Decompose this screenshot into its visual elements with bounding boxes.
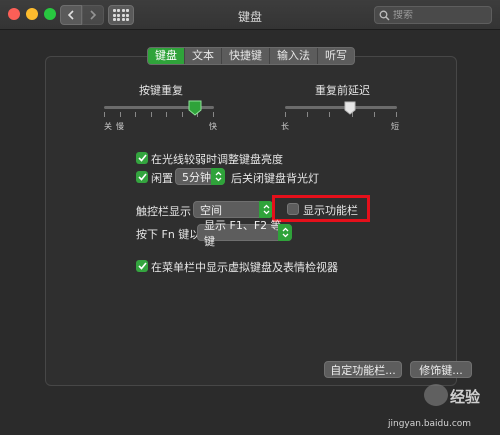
watermark-url: jingyan.baidu.com <box>388 419 472 429</box>
key-repeat-fast-label: 快 <box>209 122 217 131</box>
delay-repeat-track[interactable] <box>285 106 397 109</box>
popup-arrows-icon <box>259 201 273 218</box>
touchbar-shows-label: 触控栏显示 <box>136 205 191 218</box>
key-repeat-knob[interactable] <box>188 100 202 116</box>
tab-input-sources[interactable]: 输入法 <box>270 48 318 64</box>
show-viewers-label: 在菜单栏中显示虚拟键盘及表情检视器 <box>151 261 338 274</box>
title-bar: 键盘 <box>0 0 500 30</box>
delay-repeat-long-label: 长 <box>281 122 289 131</box>
delay-repeat-knob[interactable] <box>344 101 356 115</box>
search-input[interactable] <box>393 9 488 21</box>
tab-text[interactable]: 文本 <box>185 48 222 64</box>
touchbar-shows-popup[interactable]: 空间 <box>193 201 273 218</box>
tab-bar: 键盘 文本 快捷键 输入法 听写 <box>147 47 355 65</box>
modifier-keys-button[interactable]: 修饰键... <box>410 361 472 378</box>
search-icon <box>379 10 390 20</box>
delay-repeat-label: 重复前延迟 <box>315 84 370 97</box>
key-repeat-label: 按键重复 <box>139 84 183 97</box>
backlight-off-checkbox[interactable] <box>136 171 148 183</box>
fn-key-popup[interactable]: 显示 F1、F2 等键 <box>197 219 292 248</box>
tab-keyboard[interactable]: 键盘 <box>148 48 185 64</box>
search-field[interactable] <box>374 6 492 24</box>
watermark-brand: 经验 <box>450 388 481 406</box>
adjust-brightness-checkbox[interactable] <box>136 152 148 164</box>
show-viewers-checkbox[interactable] <box>136 260 148 272</box>
backlight-duration-popup[interactable]: 5分钟 <box>175 168 225 185</box>
popup-arrows-icon <box>211 168 225 185</box>
watermark-logo <box>424 384 448 406</box>
touchbar-shows-value: 空间 <box>200 203 222 217</box>
checkmark-icon <box>137 173 147 181</box>
key-repeat-off-label: 关 <box>104 122 112 131</box>
tab-shortcuts[interactable]: 快捷键 <box>222 48 270 64</box>
delay-repeat-ticks <box>285 112 397 118</box>
fn-key-label: 按下 Fn 键以 <box>136 228 201 241</box>
backlight-suffix-label: 后关闭键盘背光灯 <box>231 172 319 185</box>
backlight-duration-value: 5分钟 <box>182 170 211 184</box>
checkmark-icon <box>137 154 147 162</box>
tab-dictation[interactable]: 听写 <box>318 48 354 64</box>
popup-arrows-icon <box>278 224 292 241</box>
delay-repeat-short-label: 短 <box>391 122 399 131</box>
checkmark-icon <box>137 262 147 270</box>
customize-control-strip-button[interactable]: 自定功能栏... <box>324 361 402 378</box>
show-control-strip-label: 显示功能栏 <box>303 204 358 217</box>
key-repeat-slow-label: 慢 <box>116 122 124 131</box>
backlight-idle-label: 闲置 <box>151 172 173 185</box>
adjust-brightness-label: 在光线较弱时调整键盘亮度 <box>151 153 283 166</box>
show-control-strip-checkbox[interactable] <box>287 203 299 215</box>
